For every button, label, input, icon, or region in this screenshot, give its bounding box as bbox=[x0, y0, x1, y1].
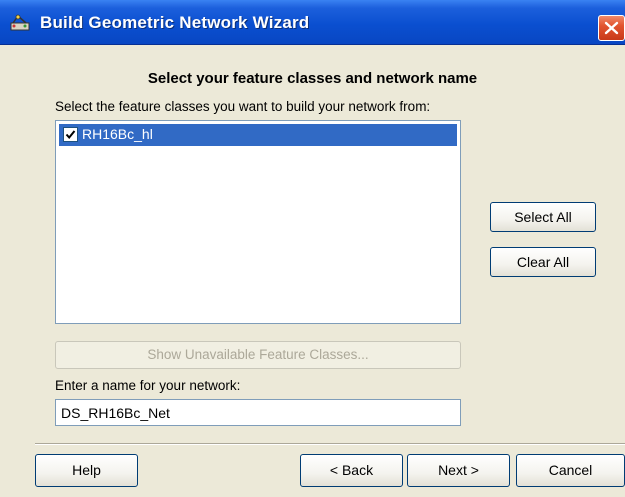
select-all-button[interactable]: Select All bbox=[490, 202, 596, 232]
clear-all-button[interactable]: Clear All bbox=[490, 247, 596, 277]
network-wizard-icon bbox=[10, 14, 30, 32]
show-unavailable-button[interactable]: Show Unavailable Feature Classes... bbox=[55, 341, 461, 369]
feature-class-checkbox[interactable] bbox=[63, 127, 78, 142]
window-title: Build Geometric Network Wizard bbox=[40, 13, 310, 32]
footer-separator bbox=[35, 443, 625, 445]
help-label: Help bbox=[72, 462, 101, 478]
next-label: Next > bbox=[438, 462, 479, 478]
page-heading: Select your feature classes and network … bbox=[147, 70, 478, 87]
network-name-input[interactable] bbox=[55, 399, 461, 426]
close-icon bbox=[604, 21, 619, 35]
feature-class-label: RH16Bc_hl bbox=[82, 126, 153, 142]
network-name-label: Enter a name for your network: bbox=[55, 378, 241, 393]
clear-all-label: Clear All bbox=[516, 254, 570, 270]
feature-class-list[interactable]: RH16Bc_hl bbox=[55, 120, 461, 324]
list-item[interactable]: RH16Bc_hl bbox=[59, 124, 457, 146]
close-button[interactable] bbox=[598, 15, 625, 41]
wizard-window: Build Geometric Network Wizard Select yo… bbox=[0, 0, 625, 497]
checkmark-icon bbox=[65, 130, 76, 140]
back-label: < Back bbox=[329, 462, 374, 478]
select-all-label: Select All bbox=[514, 209, 572, 225]
title-bar[interactable]: Build Geometric Network Wizard bbox=[0, 0, 625, 45]
help-button[interactable]: Help bbox=[35, 454, 138, 487]
back-button[interactable]: < Back bbox=[300, 454, 403, 487]
cancel-button[interactable]: Cancel bbox=[516, 454, 625, 487]
next-button[interactable]: Next > bbox=[407, 454, 510, 487]
feature-classes-instruction: Select the feature classes you want to b… bbox=[55, 99, 431, 114]
cancel-label: Cancel bbox=[548, 462, 593, 478]
